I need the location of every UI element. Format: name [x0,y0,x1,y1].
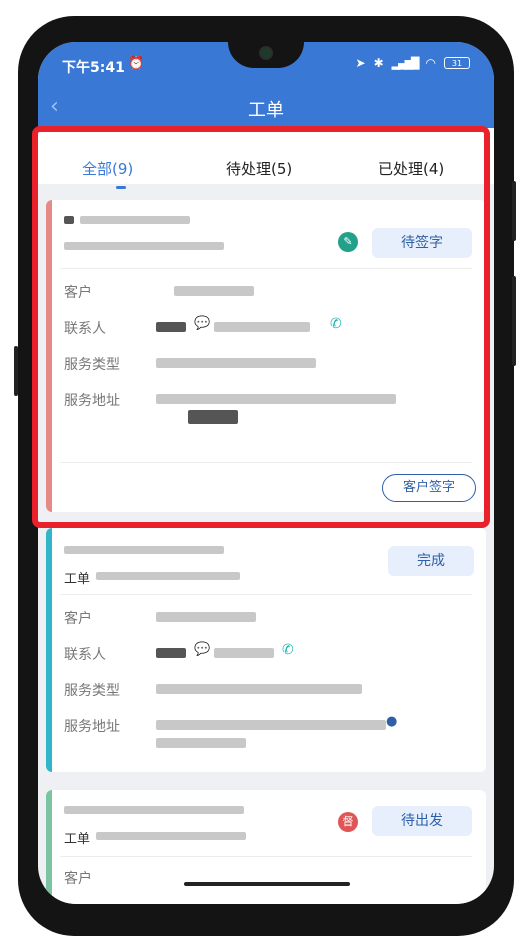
redacted-text [96,572,240,580]
status-time: 下午5:41 [62,60,125,76]
redacted-text [64,806,244,814]
redacted-text [156,684,362,694]
divider [60,594,472,595]
redacted-text [156,720,386,730]
location-pin-icon[interactable]: ● [386,714,397,729]
chat-icon[interactable]: 💬 [194,642,210,657]
address-label: 服务地址 [64,719,120,735]
signal-icon: ▂▄▆█ [391,56,420,70]
status-bar: 下午5:41 ⏰ ➤ ✱ ▂▄▆█ ◠ 31 [38,42,494,88]
redacted-text [156,738,246,748]
wifi-icon: ◠ [425,56,436,70]
divider [60,856,472,857]
card-stripe [46,790,52,904]
status-badge: 完成 [388,546,474,576]
home-indicator[interactable] [184,882,350,886]
alarm-icon: ⏰ [128,56,145,71]
battery-icon: 31 [444,57,470,69]
status-badge: 待出发 [372,806,472,836]
status-icons: ➤ ✱ ▂▄▆█ ◠ 31 [356,56,470,70]
redacted-text [156,612,256,622]
phone-call-icon[interactable]: ✆ [282,642,294,658]
work-order-card[interactable]: 工单 完成 客户 联系人 💬 ✆ 服务类型 服务地址 ● [46,528,486,772]
service-type-label: 服务类型 [64,683,120,699]
app-bar: ‹ 工单 [38,88,494,128]
location-icon: ➤ [355,56,366,70]
card-stripe [46,528,52,772]
work-order-card[interactable]: 工单 督 待出发 客户 [46,790,486,904]
order-prefix: 工单 [64,572,91,587]
phone-side-key [512,276,516,366]
contact-label: 联系人 [64,647,106,663]
urge-badge: 督 [338,812,358,832]
bluetooth-icon: ✱ [373,56,384,70]
phone-side-key [14,346,18,396]
redacted-text [96,832,246,840]
order-prefix: 工单 [64,832,91,847]
phone-side-key [512,181,516,241]
highlight-box [32,126,490,528]
redacted-text [214,648,274,658]
redacted-text [64,546,224,554]
customer-label: 客户 [64,871,92,887]
customer-label: 客户 [64,611,92,627]
front-camera [259,46,273,60]
page-title: 工单 [248,100,284,121]
redacted-text [156,648,186,658]
